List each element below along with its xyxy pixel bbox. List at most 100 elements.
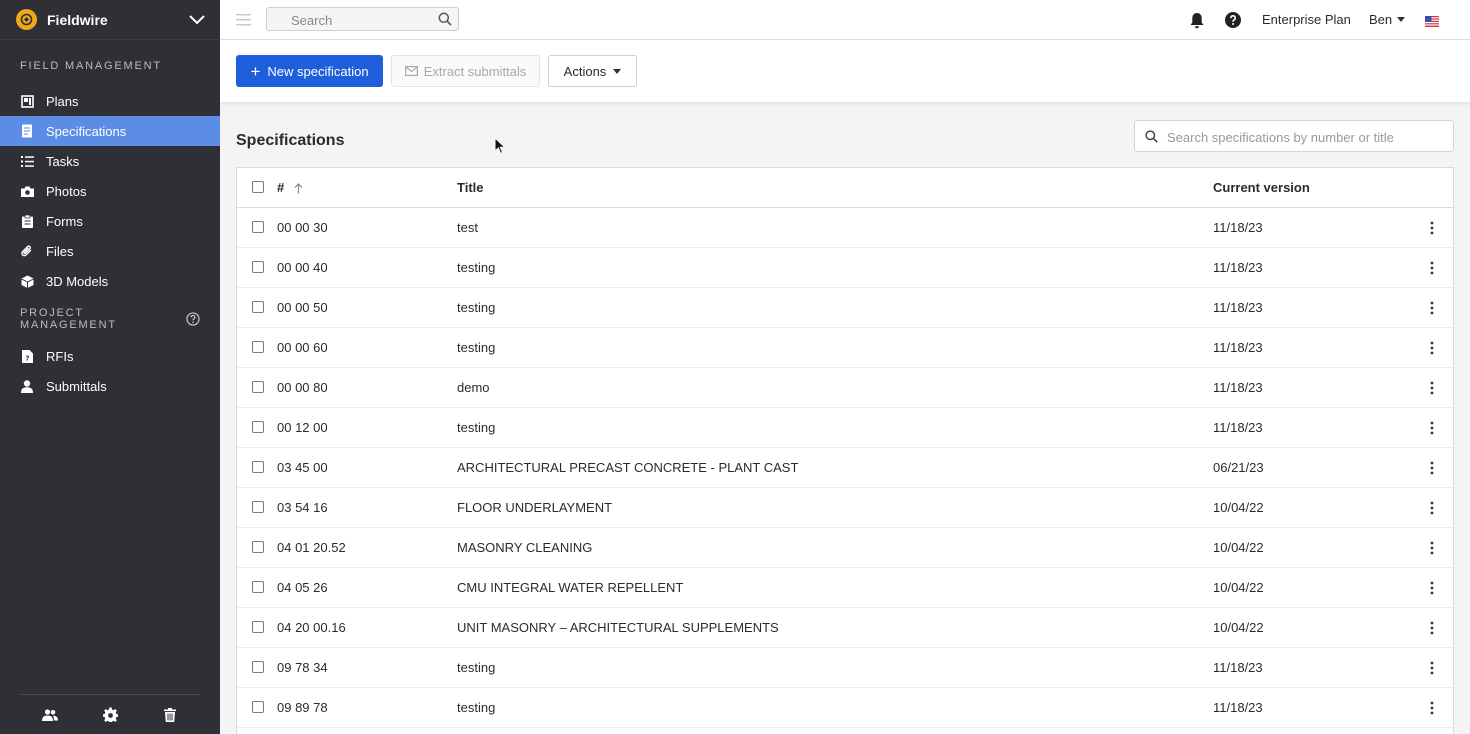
sidebar-item-photos[interactable]: Photos (0, 176, 220, 206)
chevron-down-icon[interactable] (188, 11, 206, 29)
spec-number: 09 78 34 (277, 660, 328, 675)
spec-version: 11/18/23 (1213, 660, 1263, 675)
spec-title[interactable]: testing (457, 300, 495, 315)
version-column-header[interactable]: Current version (1213, 180, 1310, 195)
row-checkbox[interactable] (252, 341, 264, 353)
sidebar-item-submittals[interactable]: Submittals (0, 371, 220, 401)
table-row[interactable]: 00 00 40 testing 11/18/23 (237, 248, 1453, 288)
more-options-icon[interactable] (1430, 341, 1434, 355)
rfi-icon: ? (20, 349, 34, 363)
row-checkbox[interactable] (252, 421, 264, 433)
global-search-placeholder: Search (291, 13, 333, 28)
table-row[interactable]: 03 54 16 FLOOR UNDERLAYMENT 10/04/22 (237, 488, 1453, 528)
sidebar-item-rfis[interactable]: ? RFIs (0, 341, 220, 371)
spec-title[interactable]: CMU INTEGRAL WATER REPELLENT (457, 580, 683, 595)
spec-title[interactable]: testing (457, 660, 495, 675)
sidebar-item-specifications[interactable]: Specifications (0, 116, 220, 146)
sidebar-item-label: 3D Models (46, 273, 109, 289)
actions-dropdown[interactable]: Actions (548, 55, 637, 87)
spec-number: 00 00 30 (277, 220, 328, 235)
table-row[interactable]: 00 00 80 demo 11/18/23 (237, 368, 1453, 408)
row-checkbox[interactable] (252, 661, 264, 673)
spec-title[interactable]: demo (457, 380, 490, 395)
table-row[interactable]: 00 12 00 testing 11/18/23 (237, 408, 1453, 448)
global-search-input[interactable]: Search (266, 7, 459, 31)
page-title: Specifications (236, 132, 345, 149)
select-all-checkbox[interactable] (252, 181, 264, 193)
table-row[interactable]: 09 78 34 testing 11/18/23 (237, 648, 1453, 688)
table-row[interactable]: 00 00 30 test 11/18/23 (237, 208, 1453, 248)
help-circle-icon[interactable] (186, 312, 200, 326)
number-column-header[interactable]: # (277, 180, 303, 195)
more-options-icon[interactable] (1430, 621, 1434, 635)
sidebar-item-forms[interactable]: Forms (0, 206, 220, 236)
sidebar-item-files[interactable]: Files (0, 236, 220, 266)
user-menu[interactable]: Ben (1369, 12, 1406, 27)
spec-title[interactable]: testing (457, 700, 495, 715)
row-checkbox[interactable] (252, 301, 264, 313)
notifications-bell-icon[interactable] (1189, 12, 1205, 29)
plan-label[interactable]: Enterprise Plan (1262, 12, 1351, 27)
new-specification-button[interactable]: + New specification (236, 55, 383, 87)
people-icon[interactable] (42, 707, 58, 723)
row-checkbox[interactable] (252, 541, 264, 553)
hamburger-menu-icon[interactable] (236, 13, 251, 26)
row-checkbox[interactable] (252, 701, 264, 713)
spec-title[interactable]: testing (457, 420, 495, 435)
row-checkbox[interactable] (252, 621, 264, 633)
more-options-icon[interactable] (1430, 301, 1434, 315)
spec-title[interactable]: FLOOR UNDERLAYMENT (457, 500, 612, 515)
sidebar-item-tasks[interactable]: Tasks (0, 146, 220, 176)
specifications-search-placeholder: Search specifications by number or title (1167, 130, 1394, 145)
row-checkbox[interactable] (252, 221, 264, 233)
search-icon[interactable] (438, 12, 452, 26)
extract-submittals-label: Extract submittals (423, 63, 527, 79)
more-options-icon[interactable] (1430, 661, 1434, 675)
table-row[interactable]: 00 00 50 testing 11/18/23 (237, 288, 1453, 328)
table-row[interactable]: 00 00 60 testing 11/18/23 (237, 328, 1453, 368)
more-options-icon[interactable] (1430, 501, 1434, 515)
forms-icon (20, 214, 34, 228)
project-switcher[interactable]: Fieldwire (0, 0, 220, 40)
help-icon[interactable] (1225, 12, 1241, 28)
row-checkbox[interactable] (252, 381, 264, 393)
spec-version: 10/04/22 (1213, 620, 1264, 635)
more-options-icon[interactable] (1430, 421, 1434, 435)
table-row[interactable]: 04 20 00.16 UNIT MASONRY – ARCHITECTURAL… (237, 608, 1453, 648)
more-options-icon[interactable] (1430, 541, 1434, 555)
spec-title[interactable]: ARCHITECTURAL PRECAST CONCRETE - PLANT C… (457, 460, 798, 475)
extract-submittals-button[interactable]: Extract submittals (391, 55, 540, 87)
trash-icon[interactable] (162, 707, 178, 723)
sidebar: Fieldwire FIELD MANAGEMENT Plans Specifi… (0, 0, 220, 734)
us-flag-icon[interactable] (1425, 14, 1439, 27)
sidebar-item-plans[interactable]: Plans (0, 86, 220, 116)
spec-title[interactable]: testing (457, 340, 495, 355)
spec-version: 11/18/23 (1213, 700, 1263, 715)
row-checkbox[interactable] (252, 461, 264, 473)
spec-title[interactable]: test (457, 220, 478, 235)
row-checkbox[interactable] (252, 501, 264, 513)
table-row[interactable]: 04 01 20.52 MASONRY CLEANING 10/04/22 (237, 528, 1453, 568)
spec-title[interactable]: testing (457, 260, 495, 275)
spec-title[interactable]: UNIT MASONRY – ARCHITECTURAL SUPPLEMENTS (457, 620, 779, 635)
sort-ascending-icon[interactable] (294, 183, 303, 194)
title-column-header[interactable]: Title (457, 180, 484, 195)
table-row[interactable]: 03 45 00 ARCHITECTURAL PRECAST CONCRETE … (237, 448, 1453, 488)
specifications-search-input[interactable]: Search specifications by number or title (1134, 120, 1454, 152)
gear-icon[interactable] (102, 707, 118, 723)
more-options-icon[interactable] (1430, 461, 1434, 475)
more-options-icon[interactable] (1430, 381, 1434, 395)
tasks-icon (20, 154, 34, 168)
more-options-icon[interactable] (1430, 221, 1434, 235)
table-row[interactable]: 09 89 78 testing 11/18/23 (237, 688, 1453, 728)
more-options-icon[interactable] (1430, 701, 1434, 715)
spec-number: 09 89 78 (277, 700, 328, 715)
more-options-icon[interactable] (1430, 581, 1434, 595)
user-name: Ben (1369, 12, 1393, 27)
sidebar-item-3d-models[interactable]: 3D Models (0, 266, 220, 296)
spec-title[interactable]: MASONRY CLEANING (457, 540, 592, 555)
row-checkbox[interactable] (252, 581, 264, 593)
table-row[interactable]: 04 05 26 CMU INTEGRAL WATER REPELLENT 10… (237, 568, 1453, 608)
row-checkbox[interactable] (252, 261, 264, 273)
more-options-icon[interactable] (1430, 261, 1434, 275)
